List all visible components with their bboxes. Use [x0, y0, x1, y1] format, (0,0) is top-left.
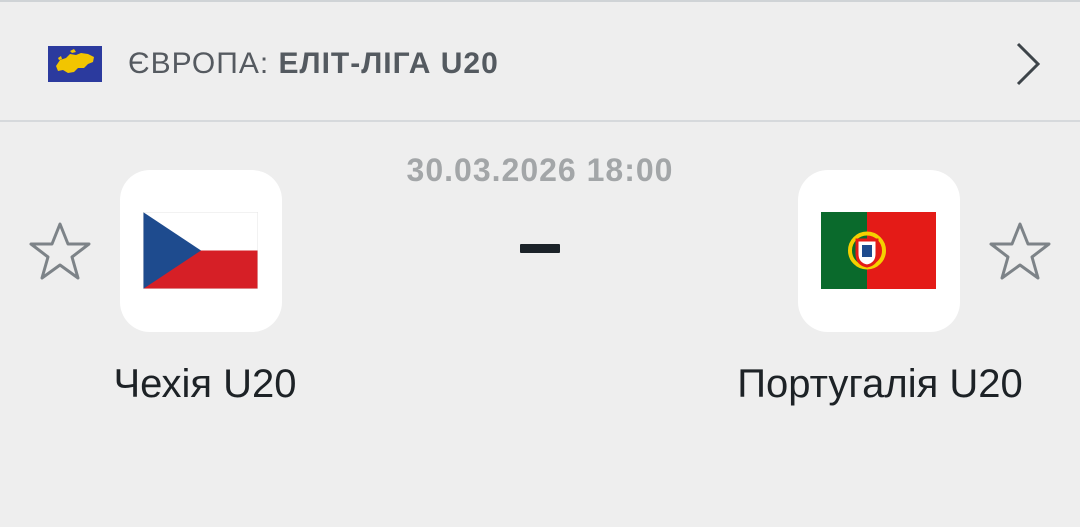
chevron-right-icon[interactable] — [1010, 40, 1046, 88]
home-team-name[interactable]: Чехія U20 — [60, 356, 350, 412]
league-header[interactable]: ЄВРОПА: ЕЛІТ-ЛІГА U20 — [0, 2, 1080, 120]
league-title: ЄВРОПА: ЕЛІТ-ЛІГА U20 — [128, 44, 499, 84]
home-favorite-star-icon[interactable] — [28, 220, 92, 284]
europe-flag-icon — [48, 46, 102, 82]
away-team-logo[interactable] — [798, 170, 960, 332]
away-team-name[interactable]: Португалія U20 — [730, 356, 1030, 412]
czech-flag-icon — [143, 212, 258, 289]
away-favorite-star-icon[interactable] — [988, 220, 1052, 284]
league-name: ЕЛІТ-ЛІГА U20 — [278, 47, 499, 80]
score-separator — [520, 244, 560, 253]
portugal-flag-icon — [821, 212, 936, 289]
match-datetime: 30.03.2026 18:00 — [406, 152, 674, 188]
region-label: ЄВРОПА: — [128, 47, 270, 80]
home-team-logo[interactable] — [120, 170, 282, 332]
header-divider — [0, 120, 1080, 122]
